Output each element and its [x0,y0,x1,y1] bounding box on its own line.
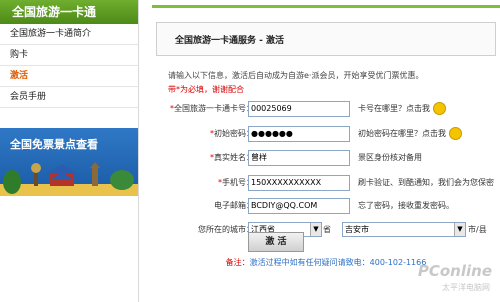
smiley-icon [448,127,462,140]
chevron-down-icon: ▼ [454,223,465,236]
card-number-help[interactable]: 卡号在哪里？点击我 [358,101,446,117]
real-name-label: *真实姓名： [210,153,254,162]
email-hint: 忘了密码，接收重发密码。 [358,201,454,210]
real-name-input[interactable]: 曾样 [248,150,350,166]
section-title: 全国旅游一卡通服务 - 激活 [175,36,285,46]
real-name-hint: 景区身份核对备用 [358,153,422,162]
city-suffix: 市/县 [468,225,487,234]
sidebar-item-activate[interactable]: 激活 [0,66,138,87]
sidebar-item-buy-card[interactable]: 购卡 [0,45,138,66]
city-label: 您所在的城市： [198,225,254,234]
watermark-logo: PConline [417,262,492,280]
sidebar: 全国旅游一卡通 全国旅游一卡通简介 购卡 激活 会员手册 全国免票景点查看 [0,0,139,302]
phone-input[interactable]: 150XXXXXXXXXX [248,175,350,191]
password-input[interactable]: ●●●●●● [248,126,350,142]
email-input[interactable]: BCDIY@QQ.COM [248,198,350,214]
card-number-label: *全国旅游一卡通卡号： [170,104,254,113]
password-label: *初始密码： [210,129,254,138]
required-note: 带*为必填，谢谢配合 [168,85,244,94]
phone-label: *手机号： [218,178,254,187]
email-row: 电子邮箱： BCDIY@QQ.COM 忘了密码，接收重发密码。 [152,198,500,214]
banner-title: 全国免票景点查看 [10,138,98,151]
city-row: 您所在的城市： 江西省 ▼ 省 吉安市 ▼ 市/县 [152,222,500,238]
activate-button[interactable]: 激 活 [248,232,304,252]
section-header: 全国旅游一卡通服务 - 激活 [156,22,496,56]
city-select[interactable]: 吉安市 ▼ [342,222,466,237]
watermark-subtitle: 太平洋电脑网 [442,283,490,292]
free-attractions-banner[interactable]: 全国免票景点查看 [0,128,138,196]
sidebar-item-member-handbook[interactable]: 会员手册 [0,87,138,108]
chevron-down-icon: ▼ [310,223,321,236]
real-name-row: *真实姓名： 曾样 景区身份核对备用 [152,150,500,166]
card-number-row: *全国旅游一卡通卡号： 00025069 卡号在哪里？点击我 [152,101,500,117]
phone-row: *手机号： 150XXXXXXXXXX 刷卡验证、到酷通知，我们会为您保密 [152,175,500,191]
main-content: 全国旅游一卡通服务 - 激活 请输入以下信息，激活后自动成为自游e·派会员，开始… [152,0,500,302]
card-number-input[interactable]: 00025069 [248,101,350,117]
phone-hint: 刷卡验证、到酷通知，我们会为您保密 [358,178,494,187]
landmarks-illustration [0,162,138,196]
smiley-icon [432,102,446,115]
sidebar-title: 全国旅游一卡通 [0,0,138,24]
province-suffix: 省 [323,225,331,234]
top-accent-line [152,5,500,8]
sidebar-item-intro[interactable]: 全国旅游一卡通简介 [0,24,138,45]
password-row: *初始密码： ●●●●●● 初始密码在哪里？点击我 [152,126,500,142]
email-label: 电子邮箱： [214,201,254,210]
intro-text: 请输入以下信息，激活后自动成为自游e·派会员，开始享受优门票优惠。 [168,71,424,80]
password-help[interactable]: 初始密码在哪里？点击我 [358,126,462,142]
